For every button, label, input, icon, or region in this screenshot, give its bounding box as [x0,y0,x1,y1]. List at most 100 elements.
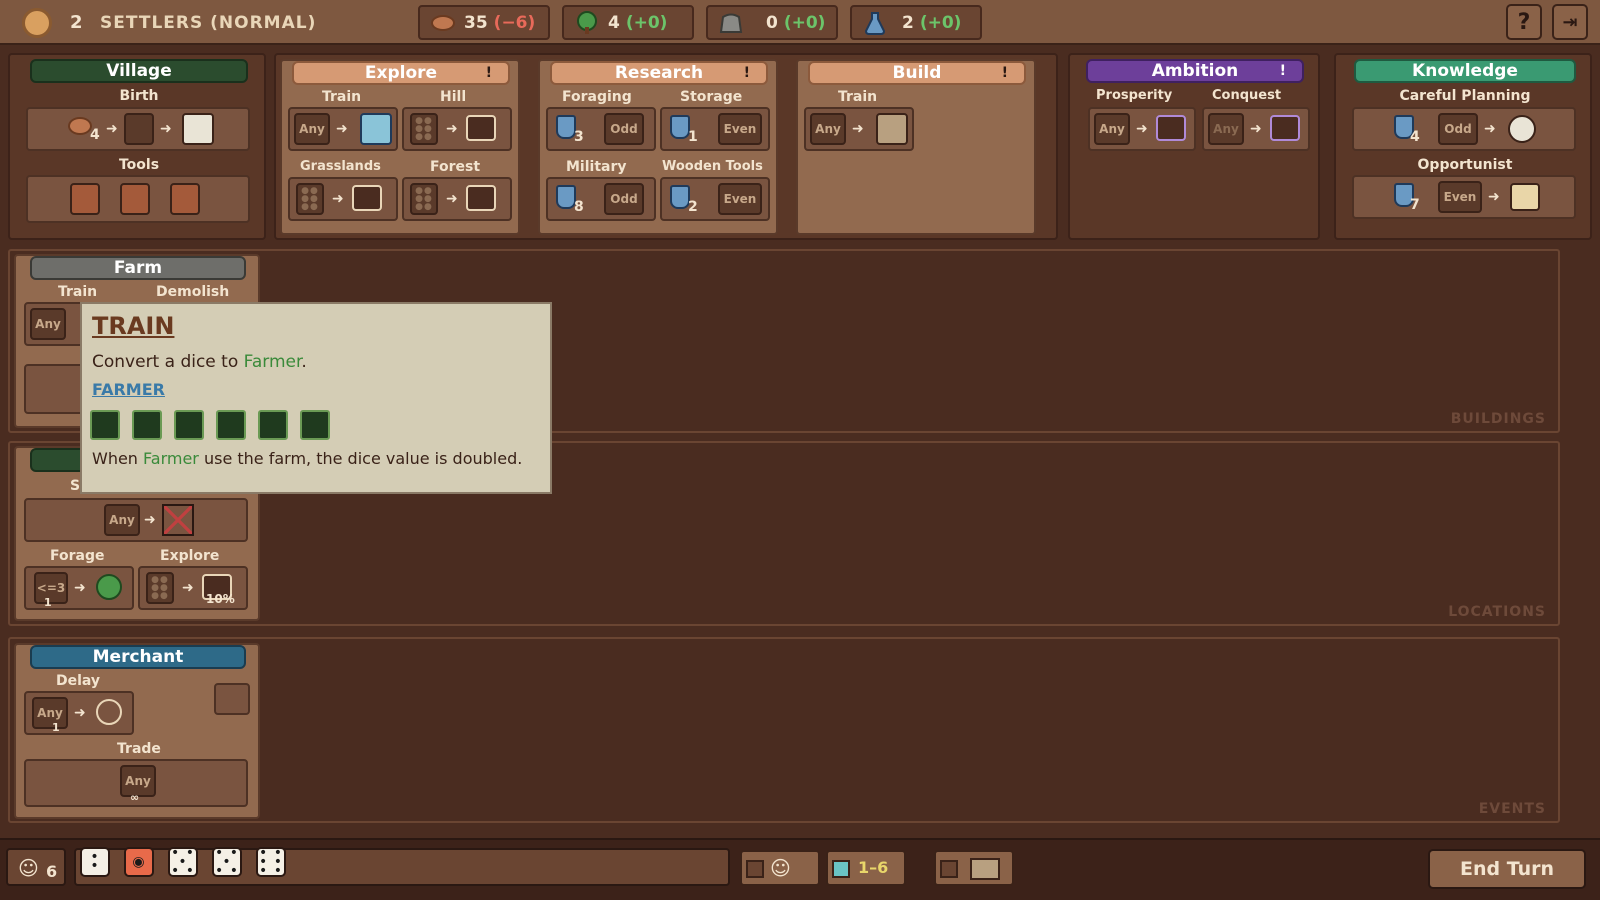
foraging-label: Foraging [562,89,632,105]
odd-dice-slot[interactable]: Odd [604,113,644,145]
even-dice-slot[interactable]: Even [1438,181,1482,213]
explore-forest-action[interactable]: ●● ●● ●● ➜ [402,177,512,221]
tool-slot-icon[interactable] [70,183,100,215]
storage-action[interactable]: 1 Even [660,107,770,151]
military-action[interactable]: 8 Odd [546,177,656,221]
explore-location-action[interactable]: ●● ●● ●● ➜ 10% [138,566,248,610]
tools-action[interactable] [26,175,250,223]
buildings-row-label: BUILDINGS [1450,411,1546,427]
empty-dice-slot[interactable] [124,113,154,145]
arrow-icon: ➜ [1488,189,1500,205]
any-dice-slot-disabled[interactable]: Any [1208,113,1244,145]
sort-icon: 1–6 [858,858,889,877]
explore-location-any-action[interactable]: Any ➜ [24,498,248,542]
day-sun-icon [22,8,52,38]
any-dice-slot[interactable]: Any [32,697,68,729]
wooden-tools-label: Wooden Tools [662,159,763,174]
tool-slot-icon[interactable] [120,183,150,215]
conquest-action[interactable]: Any ➜ [1202,107,1310,151]
gift-icon [1510,183,1540,211]
tool-slot-icon[interactable] [170,183,200,215]
explore-location-slot-label: S [70,478,81,494]
info-icon: ! [1001,65,1008,81]
train-tooltip: TRAIN Convert a dice to Farmer. FARMER W… [80,302,552,494]
forage-action[interactable]: <=3 1 ➜ [24,566,134,610]
location-card-icon [466,115,496,141]
delay-action[interactable]: Any 1 ➜ [24,691,134,735]
dice-group-icon[interactable]: ●● ●● ●● [410,113,438,145]
actions-group: Explore ! Train Hill Any ➜ ●● ●● ●● ➜ Gras… [274,53,1058,240]
even-dice-slot[interactable]: Even [718,113,762,145]
trade-label: Trade [117,741,161,757]
log-toggle-button[interactable] [934,850,1014,886]
explore-hill-action[interactable]: ●● ●● ●● ➜ [402,107,512,151]
end-turn-button[interactable]: End Turn [1428,849,1586,889]
any-dice-slot[interactable]: Any [104,504,140,536]
dice-six[interactable]: • • • • • • [256,846,286,878]
military-label: Military [566,159,627,175]
farmer-die-face-6 [300,410,330,440]
military-cost: 8 [574,199,584,215]
odd-dice-slot[interactable]: Odd [604,183,644,215]
ambition-card-icon [1270,115,1300,141]
build-train-action[interactable]: Any ➜ [804,107,914,151]
explore-grasslands-action[interactable]: ●● ●● ●● ➜ [288,177,398,221]
events-row-label: EVENTS [1478,801,1546,817]
exit-icon: ⇥ [1562,11,1578,33]
villager-icon: ☺ [18,856,39,880]
any-dice-slot[interactable]: Any [1094,113,1130,145]
prosperity-action[interactable]: Any ➜ [1088,107,1196,151]
arrow-icon: ➜ [160,121,172,137]
knowledge-flask-icon [556,185,576,209]
dice-five[interactable]: • • • • • [168,846,198,878]
top-bar: 2 SETTLERS (NORMAL) 35 (−6) 4 (+0) 0 (+0… [0,0,1600,45]
birth-action[interactable]: 4 ➜ ➜ [26,107,250,151]
storage-cost: 1 [688,129,698,145]
dice-explorer[interactable]: ◉ [124,847,154,877]
explore-train-label: Train [322,89,362,105]
foraging-action[interactable]: 3 Odd [546,107,656,151]
help-button[interactable]: ? [1506,4,1542,40]
arrow-icon: ➜ [74,580,86,596]
dice-group-icon[interactable]: ●● ●● ●● [410,183,438,215]
build-banner: Build ! [808,61,1026,85]
wooden-tools-action[interactable]: 2 Even [660,177,770,221]
opportunist-action[interactable]: 7 Even ➜ [1352,175,1576,219]
any-dice-slot[interactable]: Any [294,113,330,145]
opportunist-cost: 7 [1410,197,1420,213]
unit-header: FARMER [92,380,165,399]
villager-icon [182,113,214,145]
info-icon: ! [485,65,492,81]
farmer-die-face-4 [216,410,246,440]
dice-group-icon[interactable]: ●● ●● ●● [146,572,174,604]
explore-banner: Explore ! [292,61,510,85]
dice-villager[interactable]: • • [80,847,110,877]
tools-label: Tools [118,157,160,173]
odd-dice-slot[interactable]: Odd [1438,113,1478,145]
forage-label: Forage [50,548,105,564]
arrow-icon: ➜ [182,580,194,596]
birth-cost: 4 [90,127,100,143]
dice-sort-button[interactable]: 1–6 [826,850,906,886]
farm-demolish-label: Demolish [156,284,230,300]
farm-train-label: Train [58,284,98,300]
checkbox-icon [940,860,958,878]
build-card: Build ! Train Any ➜ [796,59,1036,235]
population-counter: ☺ 6 [6,848,66,886]
explore-train-action[interactable]: Any ➜ [288,107,398,151]
farmer-link: Farmer [243,352,302,372]
careful-planning-action[interactable]: 4 Odd ➜ [1352,107,1576,151]
dice-five[interactable]: • • • • • [212,846,242,878]
unit-filter-button[interactable]: ☺ [740,850,820,886]
even-dice-slot[interactable]: Even [718,183,762,215]
research-card: Research ! Foraging Storage 3 Odd 1 Even… [538,59,778,235]
any-dice-slot[interactable]: Any [30,308,66,340]
trade-action[interactable]: Any ∞ [24,759,248,807]
explore-forest-label: Forest [430,159,481,175]
resource-knowledge: 2 (+0) [850,5,982,40]
locations-row-label: LOCATIONS [1448,604,1546,620]
any-dice-slot[interactable]: Any [810,113,846,145]
exit-button[interactable]: ⇥ [1552,4,1588,40]
dice-group-icon[interactable]: ●● ●● ●● [296,183,324,215]
knowledge-banner: Knowledge [1354,59,1576,83]
